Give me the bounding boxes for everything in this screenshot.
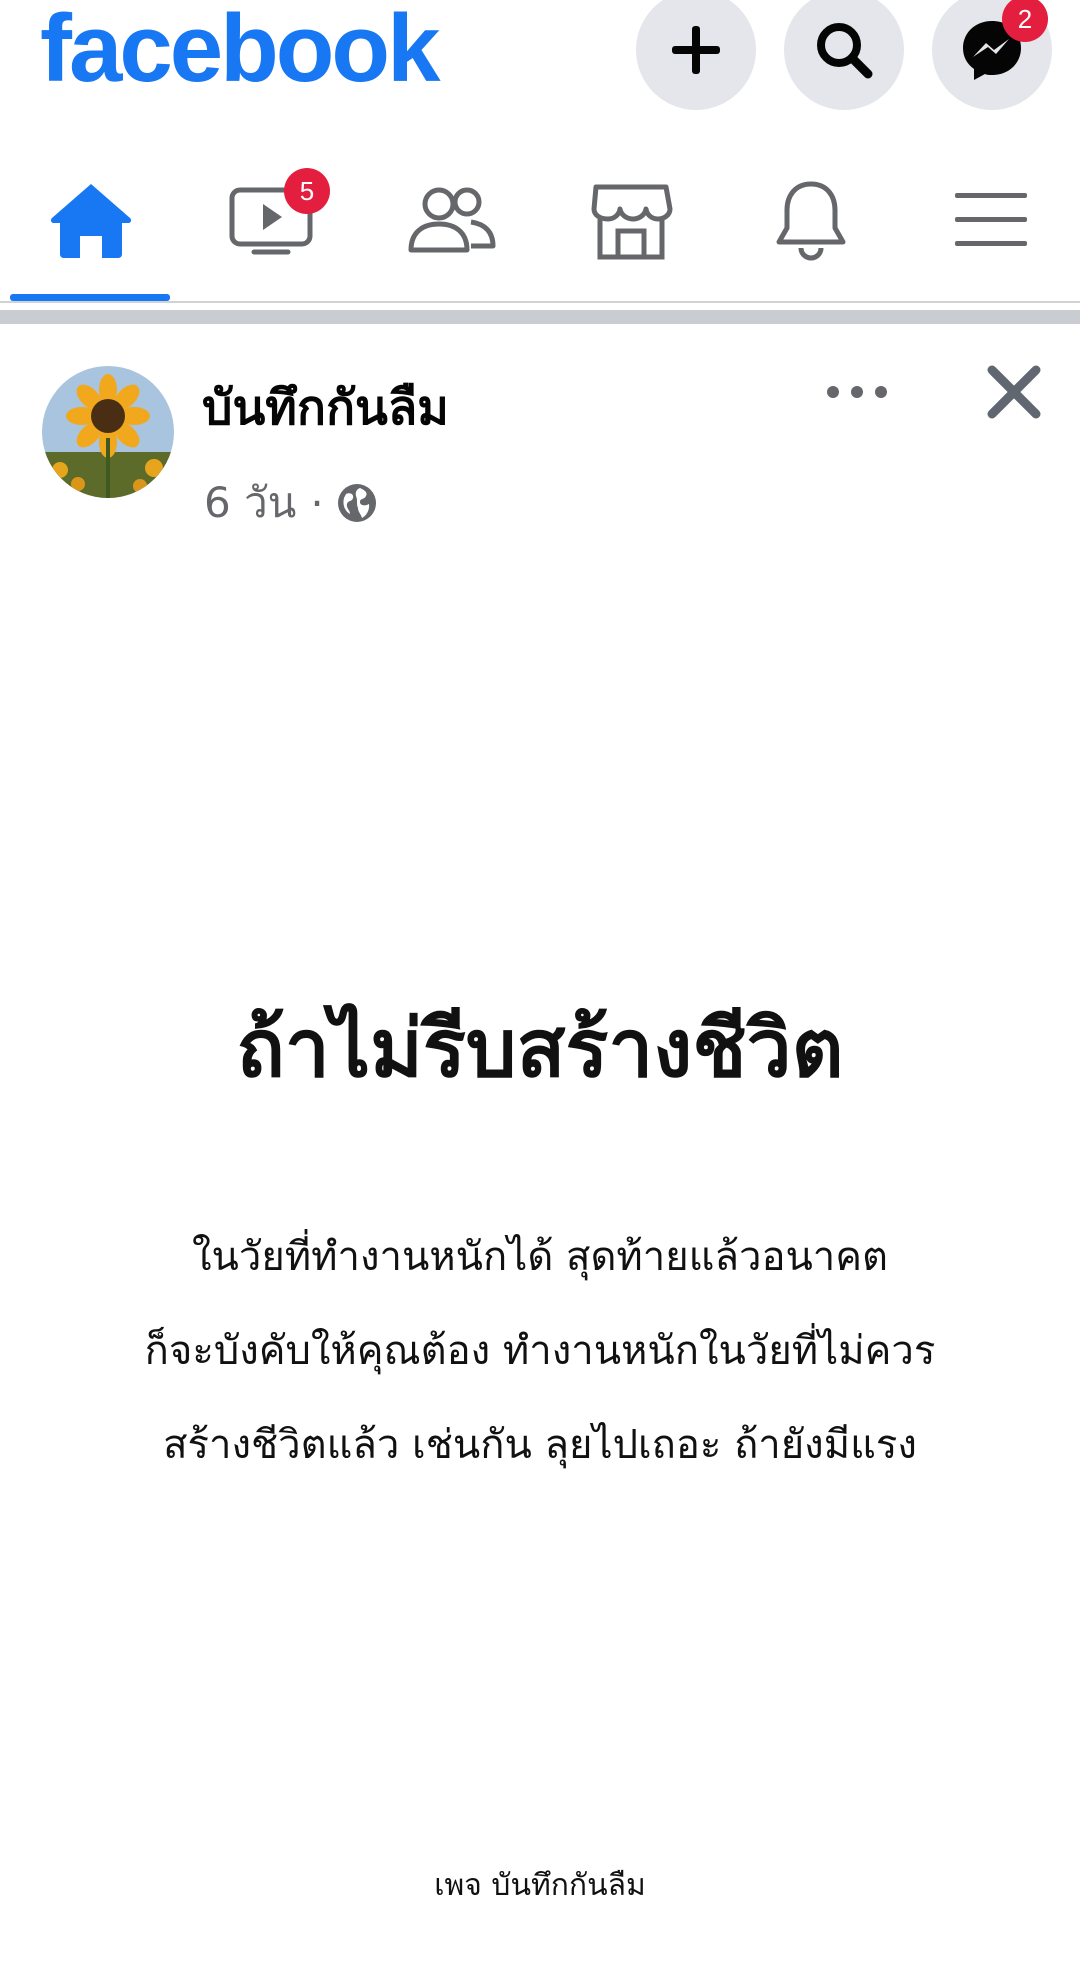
create-button[interactable] [636,0,756,110]
meta-separator: · [310,478,324,528]
feed-separator [0,310,1080,324]
post-body-line: ก็จะบังคับให้คุณต้อง ทำงานหนักในวัยที่ไม… [144,1328,936,1374]
post-meta: 6 วัน · [204,470,378,536]
plus-icon [672,26,720,74]
close-icon[interactable] [984,362,1044,422]
divider [0,301,1080,303]
messenger-button[interactable]: 2 [932,0,1052,110]
tab-friends[interactable] [396,170,506,270]
top-bar: facebook 2 [0,0,1080,110]
avatar[interactable] [42,366,174,498]
post-body: ในวัยที่ทำงานหนักได้ สุดท้ายแล้วอนาคต ก็… [0,1210,1080,1492]
post-title: ถ้าไม่รีบสร้างชีวิต [236,1002,844,1095]
search-button[interactable] [784,0,904,110]
post-footer: เพจ บันทึกกันลืม [434,1868,646,1903]
facebook-logo[interactable]: facebook [40,0,440,104]
marketplace-icon [591,184,673,260]
post-author[interactable]: บันทึกกันลืม [202,370,449,446]
tab-notifications[interactable] [756,170,866,270]
tab-menu[interactable] [936,170,1046,270]
home-icon [50,184,132,258]
bell-icon [776,181,846,261]
messenger-badge: 2 [1002,0,1048,42]
tab-marketplace[interactable] [576,170,686,270]
globe-icon [337,484,376,522]
friends-icon [408,187,496,253]
post-body-line: ในวัยที่ทำงานหนักได้ สุดท้ายแล้วอนาคต [191,1234,888,1280]
hamburger-menu-icon [955,193,1027,246]
watch-badge: 5 [284,168,330,214]
more-options-icon[interactable] [822,372,892,412]
tab-bar: 5 [0,140,1080,300]
post-time[interactable]: 6 วัน [204,470,296,536]
post-body-line: สร้างชีวิตแล้ว เช่นกัน ลุยไปเถอะ ถ้ายังม… [163,1422,917,1468]
active-tab-indicator [10,294,170,301]
sunflower-avatar-image [42,366,174,498]
search-icon [817,23,873,79]
tab-home[interactable] [36,170,146,270]
tab-watch[interactable]: 5 [216,168,330,270]
